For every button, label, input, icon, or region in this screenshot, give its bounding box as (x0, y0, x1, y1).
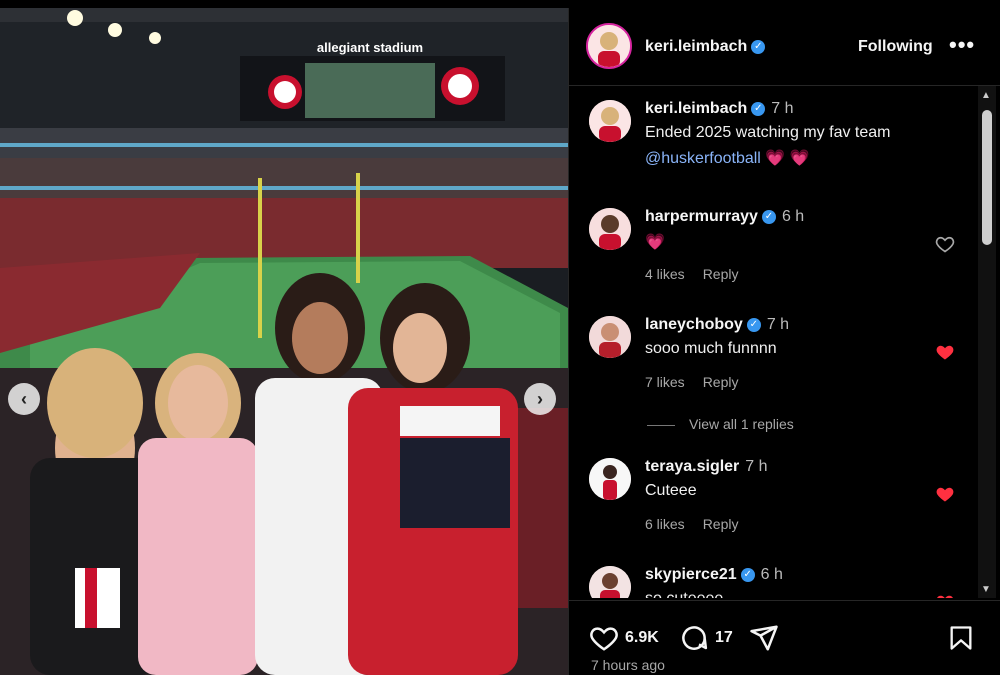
divider-line (647, 424, 675, 426)
stadium-photo-illustration: allegiant stadium (0, 8, 568, 675)
comment-time: 7 h (766, 316, 790, 333)
like-button[interactable]: 6.9K (589, 623, 659, 653)
chevron-right-icon: › (537, 388, 543, 409)
comment-username[interactable]: teraya.sigler 7 h (645, 458, 768, 476)
reply-button[interactable]: Reply (703, 266, 739, 282)
avatar[interactable] (589, 316, 631, 358)
author-username[interactable]: keri.leimbach (645, 38, 747, 55)
comment-text: sooo much funnnn (645, 340, 777, 357)
caption-line-2: @huskerfootball 💗 💗 (645, 148, 810, 168)
reply-button[interactable]: Reply (703, 374, 739, 390)
comment-text: so cuteeee (645, 590, 723, 598)
comment-likes[interactable]: 6 likes (645, 516, 685, 532)
comment-likes[interactable]: 7 likes (645, 374, 685, 390)
mention-link[interactable]: @huskerfootball (645, 150, 761, 167)
caption-author[interactable]: keri.leimbach (645, 100, 747, 117)
comment-user[interactable]: skypierce21 (645, 566, 737, 583)
comment-user[interactable]: laneychoboy (645, 316, 743, 333)
comment-meta: 6 likes Reply (645, 516, 756, 532)
comment-text: 💗 (645, 234, 665, 251)
verified-icon: ✓ (761, 209, 776, 224)
comment-username[interactable]: laneychoboy ✓ 7 h (645, 316, 789, 334)
share-icon (750, 625, 778, 651)
avatar[interactable] (589, 566, 631, 598)
bookmark-icon (950, 626, 972, 650)
heart-icon[interactable] (935, 484, 955, 504)
caption-text: Ended 2025 watching my fav team (645, 124, 891, 141)
avatar[interactable] (589, 458, 631, 500)
comment-time: 6 h (781, 208, 805, 225)
scroll-down-icon[interactable]: ▼ (981, 584, 991, 595)
comment-icon (682, 626, 708, 650)
chevron-left-icon: ‹ (21, 388, 27, 409)
view-replies-label[interactable]: View all 1 replies (689, 416, 794, 432)
comment-time: 7 h (771, 100, 794, 117)
scroll-up-icon[interactable]: ▲ (981, 90, 991, 101)
post-header: keri.leimbach ✓ Following ••• (569, 8, 1000, 86)
heart-icon[interactable] (935, 592, 955, 598)
avatar[interactable] (589, 208, 631, 250)
comment-username[interactable]: keri.leimbach ✓ 7 h (645, 100, 794, 118)
verified-icon: ✓ (740, 567, 755, 582)
post-details-panel: keri.leimbach ✓ Following ••• keri.leimba… (568, 8, 1000, 675)
avatar[interactable] (589, 100, 631, 142)
verified-icon: ✓ (751, 101, 766, 116)
heart-icon[interactable] (935, 234, 955, 254)
comment-user[interactable]: harpermurrayy (645, 208, 758, 225)
view-replies-link[interactable]: View all 1 replies (647, 416, 794, 432)
scrollbar-thumb[interactable] (982, 110, 992, 245)
comment-user[interactable]: teraya.sigler (645, 458, 739, 475)
following-button[interactable]: Following (858, 38, 933, 56)
scoreboard-text: allegiant stadium (317, 40, 423, 55)
comment-meta: 4 likes Reply (645, 266, 756, 282)
next-photo-button[interactable]: › (524, 383, 556, 415)
heart-icon[interactable] (935, 342, 955, 362)
share-button[interactable] (749, 623, 779, 653)
comment-time: 7 h (745, 458, 768, 475)
comment-username[interactable]: harpermurrayy ✓ 6 h (645, 208, 804, 226)
comment-likes[interactable]: 4 likes (645, 266, 685, 282)
likes-count[interactable]: 6.9K (625, 629, 659, 647)
reply-button[interactable]: Reply (703, 516, 739, 532)
save-button[interactable] (947, 623, 975, 653)
heart-emoji: 💗 💗 (765, 150, 810, 167)
comment-username[interactable]: skypierce21 ✓ 6 h (645, 566, 783, 584)
author-avatar[interactable] (586, 23, 632, 69)
comment-time: 6 h (760, 566, 783, 583)
comments-count[interactable]: 17 (715, 629, 733, 647)
verified-icon: ✓ (746, 317, 761, 332)
author-name[interactable]: keri.leimbach ✓ (645, 38, 766, 56)
more-options-icon[interactable]: ••• (949, 32, 975, 58)
post-timestamp: 7 hours ago (591, 657, 665, 673)
post-photo: allegiant stadium ‹ › (0, 8, 568, 675)
heart-icon (590, 627, 618, 651)
action-bar: 6.9K 17 7 hours ago (569, 600, 1000, 675)
comments-list: keri.leimbach ✓ 7 h Ended 2025 watching my… (569, 86, 989, 598)
previous-photo-button[interactable]: ‹ (8, 383, 40, 415)
verified-icon: ✓ (751, 39, 766, 54)
comment-button[interactable]: 17 (679, 623, 733, 653)
comment-meta: 7 likes Reply (645, 374, 756, 390)
comment-text: Cuteee (645, 482, 697, 499)
